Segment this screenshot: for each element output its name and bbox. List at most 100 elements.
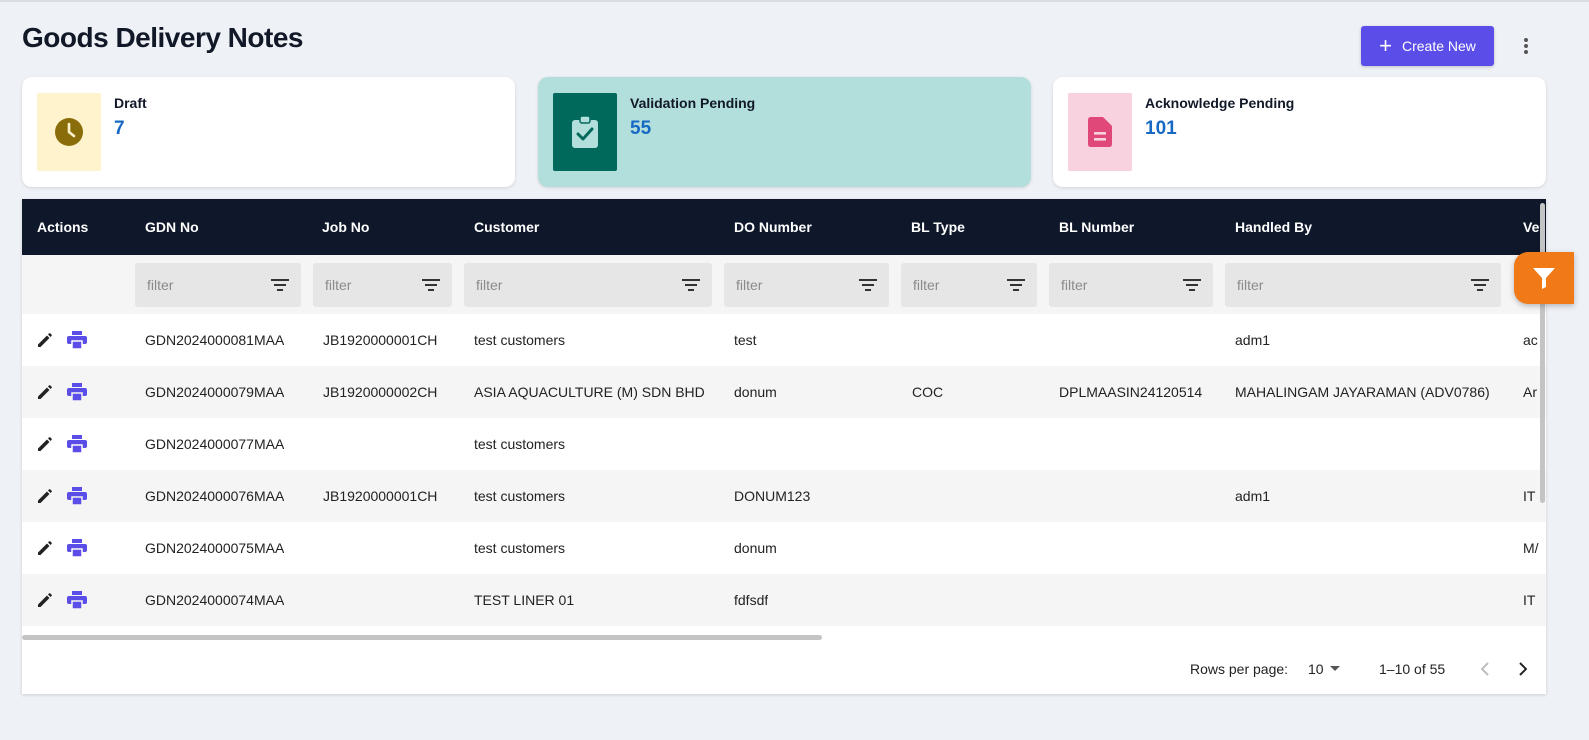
cell-gdn-no: GDN2024000074MAA xyxy=(145,592,285,608)
filter-row: filter filter filter filter filter filte… xyxy=(22,255,1546,314)
filter-list-icon xyxy=(1471,279,1489,291)
filter-do-number[interactable]: filter xyxy=(724,263,889,307)
filter-bl-number[interactable]: filter xyxy=(1049,263,1213,307)
cell-gdn-no: GDN2024000076MAA xyxy=(145,488,285,504)
filter-placeholder: filter xyxy=(1061,277,1088,293)
cell-ve: Ar xyxy=(1523,384,1537,400)
filter-list-icon xyxy=(422,279,440,291)
column-header-bl-type[interactable]: BL Type xyxy=(911,199,965,255)
more-vertical-icon xyxy=(1524,38,1528,54)
cell-handled-by: adm1 xyxy=(1235,488,1271,504)
edit-pencil-icon[interactable] xyxy=(36,435,54,453)
column-header-gdn-no[interactable]: GDN No xyxy=(145,199,199,255)
filter-placeholder: filter xyxy=(1237,277,1264,293)
cell-handled-by: adm1 xyxy=(1235,332,1271,348)
edit-pencil-icon[interactable] xyxy=(36,383,54,401)
cell-do-number: fdfsdf xyxy=(734,592,769,608)
table-row[interactable]: GDN2024000079MAA JB1920000002CH ASIA AQU… xyxy=(22,366,1546,418)
more-options-button[interactable] xyxy=(1512,32,1540,60)
summary-card-acknowledge-pending[interactable]: Acknowledge Pending 101 xyxy=(1053,77,1546,187)
filter-placeholder: filter xyxy=(147,277,174,293)
create-new-label: Create New xyxy=(1401,38,1476,54)
page-range: 1–10 of 55 xyxy=(1379,661,1446,677)
floating-filter-button[interactable] xyxy=(1514,252,1574,304)
clock-icon xyxy=(37,93,101,171)
print-icon[interactable] xyxy=(67,435,87,453)
previous-page-button[interactable] xyxy=(1477,645,1493,693)
filter-placeholder: filter xyxy=(476,277,503,293)
column-header-ve[interactable]: Ve xyxy=(1523,199,1539,255)
filter-placeholder: filter xyxy=(913,277,940,293)
funnel-icon xyxy=(1533,268,1555,289)
filter-list-icon xyxy=(1183,279,1201,291)
cell-ve: M/ xyxy=(1523,540,1539,556)
card-label: Acknowledge Pending xyxy=(1145,95,1295,111)
summary-card-validation-pending[interactable]: Validation Pending 55 xyxy=(538,77,1031,187)
document-icon xyxy=(1068,93,1132,171)
print-icon[interactable] xyxy=(67,383,87,401)
chevron-right-icon xyxy=(1519,662,1527,676)
print-icon[interactable] xyxy=(67,539,87,557)
card-count: 7 xyxy=(114,118,125,139)
filter-gdn-no[interactable]: filter xyxy=(135,263,301,307)
column-header-bl-number[interactable]: BL Number xyxy=(1059,199,1134,255)
cell-gdn-no: GDN2024000077MAA xyxy=(145,436,285,452)
caret-down-icon xyxy=(1329,666,1340,671)
cell-do-number: donum xyxy=(734,540,777,556)
edit-pencil-icon[interactable] xyxy=(36,331,54,349)
cell-do-number: donum xyxy=(734,384,777,400)
filter-job-no[interactable]: filter xyxy=(313,263,452,307)
cell-bl-type: COC xyxy=(912,384,944,400)
vertical-scrollbar[interactable] xyxy=(1540,203,1545,503)
next-page-button[interactable] xyxy=(1515,645,1531,693)
table-row[interactable]: GDN2024000075MAA test customers donum M/ xyxy=(22,522,1546,574)
cell-job-no: JB1920000002CH xyxy=(323,384,438,400)
plus-icon: + xyxy=(1379,33,1392,58)
rows-per-page-select[interactable]: 10 xyxy=(1308,645,1348,693)
edit-pencil-icon[interactable] xyxy=(36,539,54,557)
rows-per-page-label: Rows per page: xyxy=(1190,661,1289,677)
print-icon[interactable] xyxy=(67,487,87,505)
card-count: 101 xyxy=(1145,118,1177,139)
column-header-job-no[interactable]: Job No xyxy=(322,199,369,255)
clipboard-check-icon xyxy=(553,93,617,171)
table-row[interactable]: GDN2024000074MAA TEST LINER 01 fdfsdf IT xyxy=(22,574,1546,626)
card-label: Validation Pending xyxy=(630,95,756,111)
cell-gdn-no: GDN2024000081MAA xyxy=(145,332,285,348)
cell-ve: IT xyxy=(1523,488,1536,504)
table-row[interactable]: GDN2024000076MAA JB1920000001CH test cus… xyxy=(22,470,1546,522)
cell-ve: IT xyxy=(1523,592,1536,608)
edit-pencil-icon[interactable] xyxy=(36,591,54,609)
filter-handled-by[interactable]: filter xyxy=(1225,263,1501,307)
filter-list-icon xyxy=(271,279,289,291)
filter-list-icon xyxy=(859,279,877,291)
edit-pencil-icon[interactable] xyxy=(36,487,54,505)
column-header-handled-by[interactable]: Handled By xyxy=(1235,199,1312,255)
print-icon[interactable] xyxy=(67,591,87,609)
cell-gdn-no: GDN2024000075MAA xyxy=(145,540,285,556)
create-new-button[interactable]: + Create New xyxy=(1361,26,1494,66)
cell-customer: test customers xyxy=(474,436,566,452)
page-title: Goods Delivery Notes xyxy=(22,22,303,53)
table-row[interactable]: GDN2024000077MAA test customers xyxy=(22,418,1546,470)
card-label: Draft xyxy=(114,95,147,111)
print-icon[interactable] xyxy=(67,331,87,349)
cell-job-no: JB1920000001CH xyxy=(323,332,438,348)
filter-bl-type[interactable]: filter xyxy=(901,263,1037,307)
table-row[interactable]: GDN2024000081MAA JB1920000001CH test cus… xyxy=(22,314,1546,366)
chevron-left-icon xyxy=(1481,662,1489,676)
cell-handled-by: MAHALINGAM JAYARAMAN (ADV0786) xyxy=(1235,384,1490,400)
cell-ve xyxy=(1523,418,1540,470)
cell-ve: ac xyxy=(1523,332,1538,348)
column-header-customer[interactable]: Customer xyxy=(474,199,539,255)
cell-customer: ASIA AQUACULTURE (M) SDN BHD xyxy=(474,384,705,400)
column-header-actions: Actions xyxy=(37,219,89,235)
cell-do-number: test xyxy=(734,332,757,348)
filter-customer[interactable]: filter xyxy=(464,263,712,307)
filter-list-icon xyxy=(1007,279,1025,291)
column-header-do-number[interactable]: DO Number xyxy=(734,199,812,255)
summary-card-draft[interactable]: Draft 7 xyxy=(22,77,515,187)
card-count: 55 xyxy=(630,118,652,139)
horizontal-scrollbar[interactable] xyxy=(22,635,822,640)
gdn-table: Actions GDN No Job No Customer DO Number… xyxy=(22,199,1546,694)
